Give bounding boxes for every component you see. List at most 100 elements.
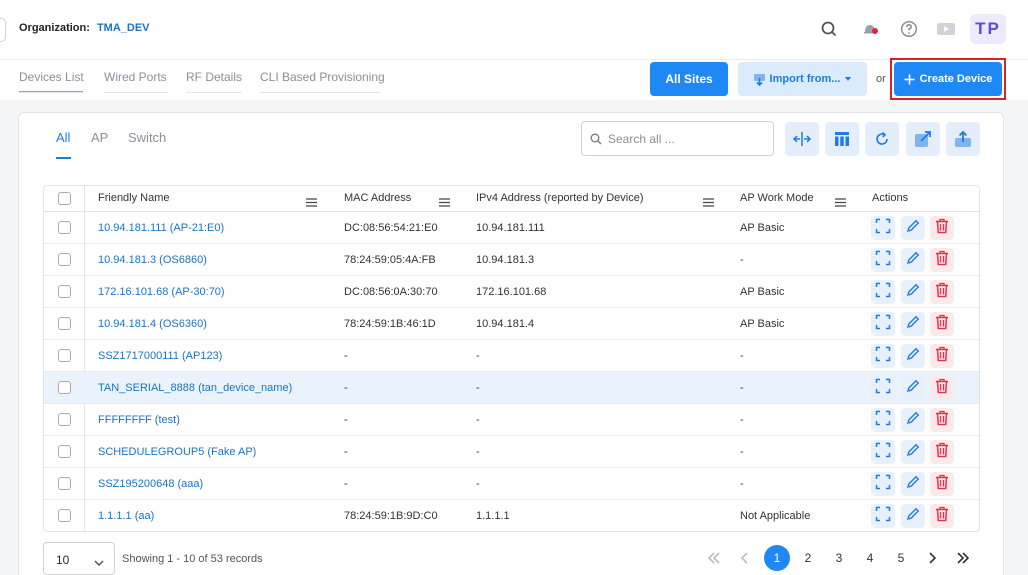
table-row[interactable]: SCHEDULEGROUP5 (Fake AP) - - - [44, 436, 979, 468]
delete-button[interactable] [930, 504, 954, 528]
column-menu-icon[interactable] [703, 194, 714, 212]
edit-button[interactable] [901, 216, 925, 240]
page-button[interactable]: 3 [826, 545, 852, 571]
edit-button[interactable] [901, 504, 925, 528]
device-name-link[interactable]: 10.94.181.4 (OS6360) [98, 318, 207, 330]
notification-bell-icon[interactable] [857, 16, 883, 42]
edit-button[interactable] [901, 312, 925, 336]
export-button[interactable] [906, 122, 940, 156]
prev-page-button[interactable] [732, 545, 758, 571]
edit-button[interactable] [901, 408, 925, 432]
page-button[interactable]: 2 [795, 545, 821, 571]
page-button[interactable]: 5 [888, 545, 914, 571]
edit-button[interactable] [901, 280, 925, 304]
select-all-checkbox[interactable] [58, 192, 71, 205]
table-row[interactable]: 1.1.1.1 (aa) 78:24:59:1B:9D:C0 1.1.1.1 Not … [44, 500, 979, 531]
delete-button[interactable] [930, 216, 954, 240]
device-name-link[interactable]: 10.94.181.111 (AP-21:E0) [98, 222, 224, 234]
column-menu-icon[interactable] [835, 194, 846, 212]
column-header-ap-work-mode[interactable]: AP Work Mode [740, 192, 814, 204]
last-page-button[interactable] [950, 545, 976, 571]
column-header-ipv4-address[interactable]: IPv4 Address (reported by Device) [476, 192, 644, 204]
delete-button[interactable] [930, 376, 954, 400]
page-button[interactable]: 4 [857, 545, 883, 571]
collapse-sidebar-handle[interactable] [0, 18, 6, 42]
column-header-mac-address[interactable]: MAC Address [344, 192, 411, 204]
device-name-link[interactable]: SSZ1717000111 (AP123) [98, 350, 222, 362]
help-icon[interactable] [896, 16, 922, 42]
upload-button[interactable] [946, 122, 980, 156]
row-checkbox[interactable] [58, 317, 71, 330]
table-row[interactable]: SSZ1717000111 (AP123) - - - [44, 340, 979, 372]
import-from-dropdown[interactable]: Import from... [738, 62, 867, 96]
filter-tab-all[interactable]: All [56, 130, 70, 145]
refresh-button[interactable] [865, 122, 899, 156]
search-icon[interactable] [816, 16, 842, 42]
table-row[interactable]: 10.94.181.4 (OS6360) 78:24:59:1B:46:1D 10.… [44, 308, 979, 340]
page-button[interactable]: 1 [764, 545, 790, 571]
column-settings-button[interactable] [825, 122, 859, 156]
row-checkbox[interactable] [58, 413, 71, 426]
row-checkbox[interactable] [58, 445, 71, 458]
next-page-button[interactable] [919, 545, 945, 571]
view-details-button[interactable] [871, 504, 895, 528]
row-checkbox[interactable] [58, 349, 71, 362]
tab-rf-details[interactable]: RF Details [186, 70, 242, 84]
view-details-button[interactable] [871, 280, 895, 304]
column-header-friendly-name[interactable]: Friendly Name [98, 192, 170, 204]
device-name-link[interactable]: 1.1.1.1 (aa) [98, 510, 154, 522]
row-checkbox[interactable] [58, 477, 71, 490]
edit-button[interactable] [901, 248, 925, 272]
view-details-button[interactable] [871, 344, 895, 368]
page-size-select[interactable]: 10 [43, 542, 115, 575]
organization-value[interactable]: TMA_DEV [97, 22, 150, 34]
tab-wired-ports[interactable]: Wired Ports [104, 70, 167, 84]
create-device-button[interactable]: Create Device [894, 62, 1002, 96]
tab-cli-based-provisioning[interactable]: CLI Based Provisioning [260, 70, 385, 84]
table-row[interactable]: 10.94.181.3 (OS6860) 78:24:59:05:4A:FB 10.… [44, 244, 979, 276]
column-resize-button[interactable] [785, 122, 819, 156]
view-details-button[interactable] [871, 312, 895, 336]
delete-button[interactable] [930, 472, 954, 496]
delete-button[interactable] [930, 280, 954, 304]
delete-button[interactable] [930, 312, 954, 336]
view-details-button[interactable] [871, 440, 895, 464]
first-page-button[interactable] [701, 545, 727, 571]
search-input[interactable] [608, 130, 768, 148]
delete-button[interactable] [930, 440, 954, 464]
row-checkbox[interactable] [58, 285, 71, 298]
edit-button[interactable] [901, 376, 925, 400]
table-row[interactable]: TAN_SERIAL_8888 (tan_device_name) - - - [44, 372, 979, 404]
edit-button[interactable] [901, 344, 925, 368]
filter-tab-switch[interactable]: Switch [128, 130, 166, 145]
row-checkbox[interactable] [58, 381, 71, 394]
edit-button[interactable] [901, 440, 925, 464]
tab-devices-list[interactable]: Devices List [19, 70, 84, 84]
table-row[interactable]: FFFFFFFF (test) - - - [44, 404, 979, 436]
view-details-button[interactable] [871, 376, 895, 400]
device-name-link[interactable]: FFFFFFFF (test) [98, 414, 180, 426]
device-name-link[interactable]: 10.94.181.3 (OS6860) [98, 254, 207, 266]
filter-tab-ap[interactable]: AP [91, 130, 108, 145]
edit-button[interactable] [901, 472, 925, 496]
view-details-button[interactable] [871, 472, 895, 496]
row-checkbox[interactable] [58, 253, 71, 266]
device-name-link[interactable]: 172.16.101.68 (AP-30:70) [98, 286, 225, 298]
device-name-link[interactable]: SSZ195200648 (aaa) [98, 478, 203, 490]
table-row[interactable]: SSZ195200648 (aaa) - - - [44, 468, 979, 500]
table-row[interactable]: 10.94.181.111 (AP-21:E0) DC:08:56:54:21:E… [44, 212, 979, 244]
delete-button[interactable] [930, 248, 954, 272]
row-checkbox[interactable] [58, 221, 71, 234]
delete-button[interactable] [930, 344, 954, 368]
column-menu-icon[interactable] [439, 194, 450, 212]
view-details-button[interactable] [871, 248, 895, 272]
device-name-link[interactable]: TAN_SERIAL_8888 (tan_device_name) [98, 382, 292, 394]
all-sites-button[interactable]: All Sites [650, 62, 728, 96]
video-icon[interactable] [933, 16, 959, 42]
table-row[interactable]: 172.16.101.68 (AP-30:70) DC:08:56:0A:30:7… [44, 276, 979, 308]
column-menu-icon[interactable] [306, 194, 317, 212]
view-details-button[interactable] [871, 216, 895, 240]
delete-button[interactable] [930, 408, 954, 432]
view-details-button[interactable] [871, 408, 895, 432]
row-checkbox[interactable] [58, 509, 71, 522]
